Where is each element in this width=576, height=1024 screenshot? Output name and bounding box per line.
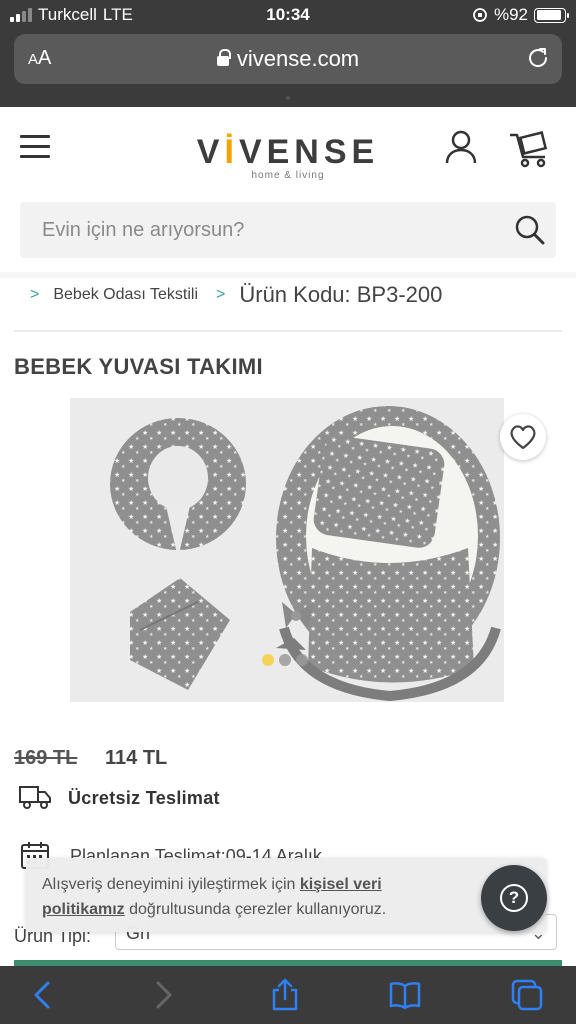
product-title: BEBEK YUVASI TAKIMI: [14, 354, 263, 379]
search-bar: [20, 202, 556, 258]
heart-icon: [510, 425, 536, 450]
browser-toolbar: [0, 966, 576, 1024]
gallery-dot-1[interactable]: [262, 654, 274, 666]
tabs-icon[interactable]: [510, 978, 544, 1012]
sale-price: 114 TL: [105, 747, 168, 769]
cart-icon[interactable]: [508, 129, 552, 169]
search-icon[interactable]: [514, 214, 546, 246]
gallery-dot-2[interactable]: [279, 654, 291, 666]
status-bar: Turkcell LTE 10:34 %92: [0, 0, 576, 30]
cookie-banner: Alışveriş deneyimini iyileştirmek için k…: [26, 858, 546, 932]
url-text: vivense.com: [236, 46, 360, 71]
divider: [14, 330, 562, 332]
search-input[interactable]: [20, 202, 500, 258]
breadcrumb: > Bebek Odası Tekstili > Ürün Kodu: BP3-…: [30, 282, 442, 308]
section-divider: [0, 272, 576, 278]
breadcrumb-item-product-code: Ürün Kodu: BP3-200: [239, 282, 443, 307]
chevron-right-icon: >: [30, 286, 40, 303]
gallery-dot-3[interactable]: [296, 654, 308, 666]
bookmarks-icon[interactable]: [388, 978, 422, 1012]
battery-percent: %92: [493, 5, 528, 24]
cookie-text-after: doğrultusunda çerezler kullanıyoruz.: [124, 901, 387, 918]
address-bar[interactable]: AA vivense.com: [14, 34, 562, 84]
question-icon: ?: [500, 884, 528, 912]
gallery-pagination[interactable]: [262, 654, 308, 666]
browser-chrome: Turkcell LTE 10:34 %92 AA vivense.com: [0, 0, 576, 107]
lock-icon: [216, 49, 231, 66]
old-price: 169 TL: [14, 747, 78, 769]
site-header: VİVENSE home & living: [0, 107, 576, 192]
back-icon[interactable]: [26, 978, 60, 1012]
site-logo[interactable]: VİVENSE home & living: [0, 133, 576, 181]
orientation-lock-icon: [473, 8, 487, 22]
page-indicator: [286, 96, 290, 100]
cookie-text-before: Alışveriş deneyimini iyileştirmek için: [42, 876, 300, 893]
share-icon[interactable]: [268, 978, 302, 1012]
breadcrumb-item-category[interactable]: Bebek Odası Tekstili: [53, 286, 198, 304]
help-button[interactable]: ?: [481, 865, 547, 931]
logo-tagline: home & living: [251, 170, 325, 181]
truck-icon: [19, 786, 51, 809]
forward-icon[interactable]: [146, 978, 180, 1012]
chevron-right-icon: >: [216, 286, 226, 303]
reload-icon[interactable]: [526, 46, 550, 70]
free-shipping-label: Ücretsiz Teslimat: [68, 788, 220, 808]
favorite-button[interactable]: [500, 414, 546, 460]
user-icon[interactable]: [444, 129, 478, 165]
battery-icon: [534, 7, 569, 23]
